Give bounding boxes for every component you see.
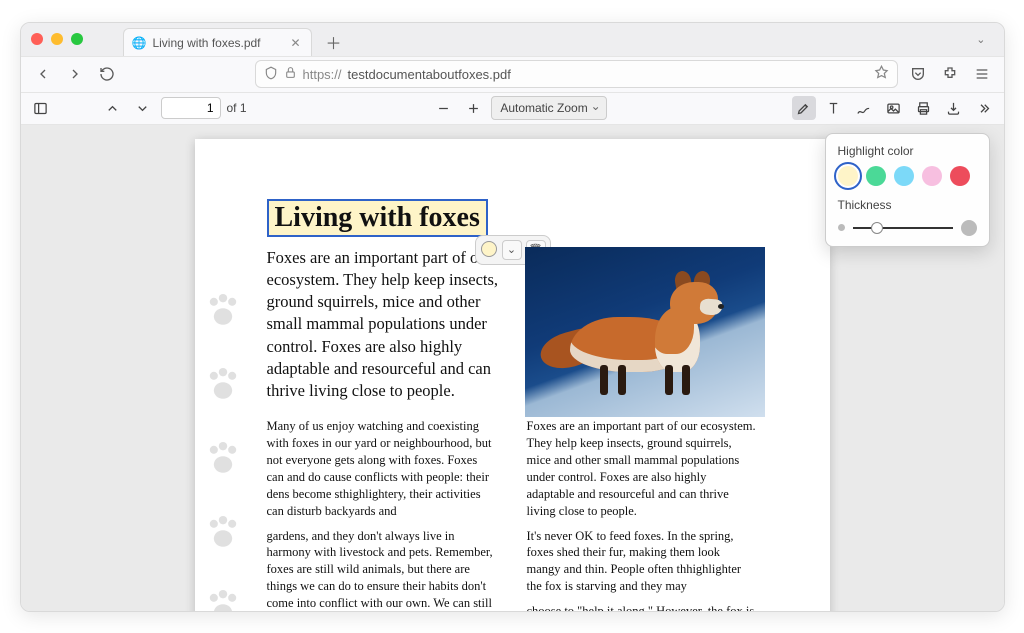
- body-paragraph: gardens, and they don't always live in h…: [267, 528, 497, 611]
- tabs-overflow-button[interactable]: ⌄: [968, 33, 993, 46]
- highlight-settings-popover: Highlight color Thickness: [825, 133, 990, 247]
- pdf-toolbar: of 1 Automatic Zoom: [21, 93, 1004, 125]
- thickness-slider-thumb[interactable]: [871, 222, 883, 234]
- body-paragraph: It's never OK to feed foxes. In the spri…: [527, 528, 757, 596]
- save-button[interactable]: [942, 96, 966, 120]
- thickness-min-icon: [838, 224, 845, 231]
- draw-tool-button[interactable]: [852, 96, 876, 120]
- close-tab-button[interactable]: ✕: [289, 36, 303, 50]
- document-title-highlighted[interactable]: Living with foxes: [267, 199, 488, 237]
- minimize-window-button[interactable]: [51, 33, 63, 45]
- next-page-button[interactable]: [131, 96, 155, 120]
- highlight-color-label: Highlight color: [838, 144, 977, 158]
- body-paragraph: Foxes are an important part of our ecosy…: [527, 418, 757, 519]
- highlight-tool-button[interactable]: [792, 96, 816, 120]
- window-controls: [31, 33, 83, 45]
- thickness-slider-row: [838, 220, 977, 236]
- pdf-page: Living with foxes ⌄ 🗑 Foxes are an impor…: [195, 139, 830, 611]
- color-swatch-red[interactable]: [950, 166, 970, 186]
- url-host: testdocumentaboutfoxes.pdf: [348, 67, 511, 82]
- highlight-color-swatches: [838, 166, 977, 186]
- globe-icon: 🌐: [132, 36, 147, 50]
- zoom-in-button[interactable]: [461, 96, 485, 120]
- color-swatch-pink[interactable]: [922, 166, 942, 186]
- browser-tab[interactable]: 🌐 Living with foxes.pdf ✕: [123, 28, 312, 56]
- navigation-toolbar: https:// testdocumentaboutfoxes.pdf: [21, 57, 1004, 93]
- tab-title: Living with foxes.pdf: [152, 36, 260, 50]
- titlebar: 🌐 Living with foxes.pdf ✕ ＋ ⌄: [21, 23, 1004, 57]
- pawprint-decoration: [201, 289, 245, 611]
- back-button[interactable]: [31, 62, 55, 86]
- highlight-color-dropdown[interactable]: ⌄: [502, 240, 522, 260]
- body-paragraph: Many of us enjoy watching and coexisting…: [267, 418, 497, 519]
- color-swatch-green[interactable]: [866, 166, 886, 186]
- forward-button[interactable]: [63, 62, 87, 86]
- page-count-label: of 1: [227, 101, 247, 115]
- browser-window: 🌐 Living with foxes.pdf ✕ ＋ ⌄ https:// te…: [20, 22, 1005, 612]
- fox-photo: [525, 247, 765, 417]
- thickness-slider[interactable]: [853, 227, 953, 229]
- pocket-icon[interactable]: [906, 62, 930, 86]
- color-swatch-blue[interactable]: [894, 166, 914, 186]
- zoom-out-button[interactable]: [431, 96, 455, 120]
- thickness-max-icon: [961, 220, 977, 236]
- page-number-input[interactable]: [161, 97, 221, 119]
- sidebar-toggle-button[interactable]: [29, 96, 53, 120]
- menu-icon[interactable]: [970, 62, 994, 86]
- thickness-label: Thickness: [838, 198, 977, 212]
- print-button[interactable]: [912, 96, 936, 120]
- url-bar[interactable]: https:// testdocumentaboutfoxes.pdf: [255, 60, 898, 88]
- color-swatch-yellow[interactable]: [838, 166, 858, 186]
- lock-icon: [284, 66, 297, 82]
- extensions-icon[interactable]: [938, 62, 962, 86]
- text-tool-button[interactable]: [822, 96, 846, 120]
- zoom-select[interactable]: Automatic Zoom: [491, 96, 606, 120]
- more-tools-button[interactable]: [972, 96, 996, 120]
- maximize-window-button[interactable]: [71, 33, 83, 45]
- image-tool-button[interactable]: [882, 96, 906, 120]
- prev-page-button[interactable]: [101, 96, 125, 120]
- shield-icon: [264, 66, 278, 83]
- body-paragraph: choose to "help it along." However, the …: [527, 603, 757, 610]
- close-window-button[interactable]: [31, 33, 43, 45]
- new-tab-button[interactable]: ＋: [320, 28, 348, 56]
- reload-button[interactable]: [95, 62, 119, 86]
- highlight-color-swatch[interactable]: [481, 241, 497, 257]
- url-prefix: https://: [303, 67, 342, 82]
- bookmark-star-icon[interactable]: [874, 65, 889, 83]
- intro-paragraph: Foxes are an important part of our ecosy…: [267, 247, 507, 403]
